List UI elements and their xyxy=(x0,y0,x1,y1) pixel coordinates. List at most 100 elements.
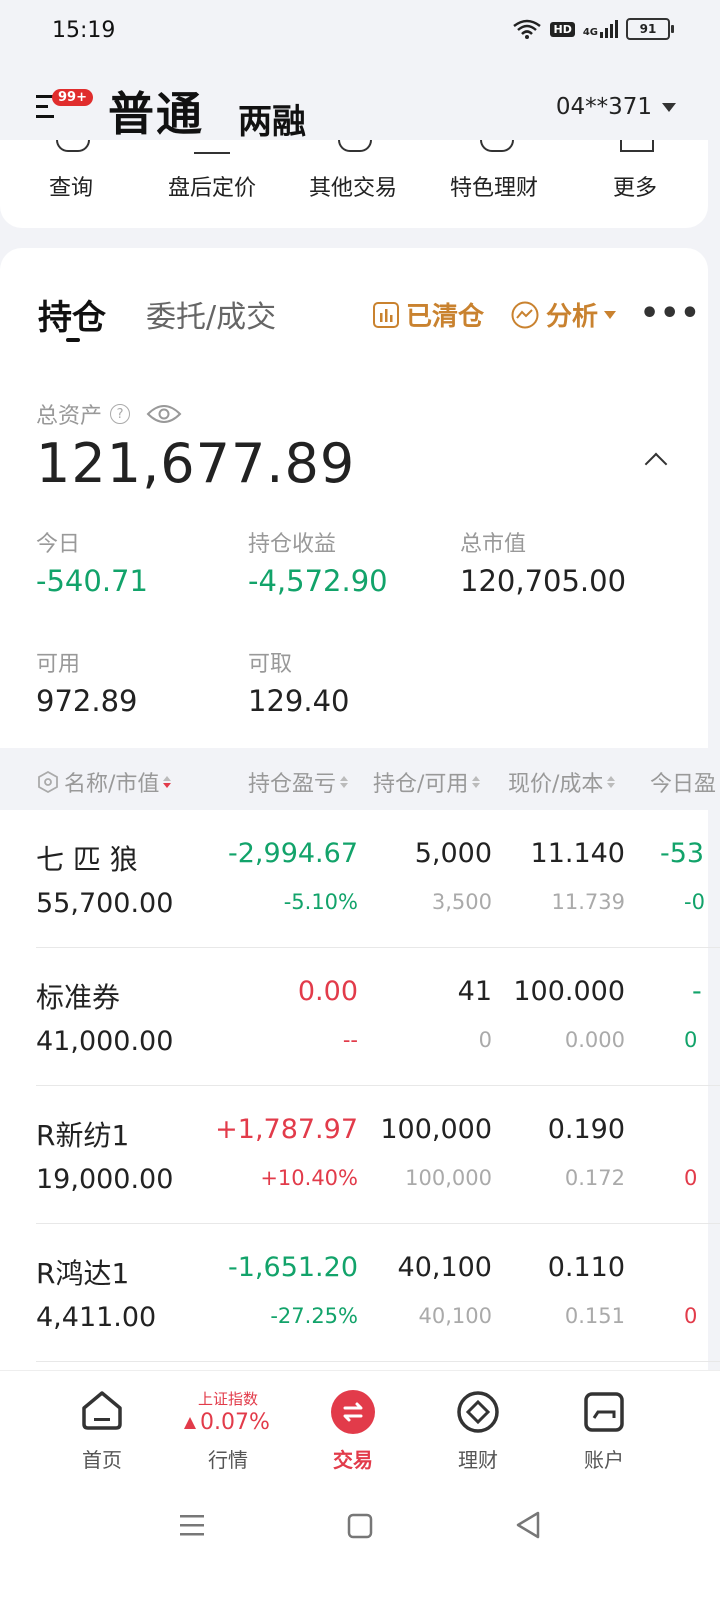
stock-pnl: -2,994.67 xyxy=(228,838,358,869)
col-qty-avail[interactable]: 持仓/可用 xyxy=(373,766,481,798)
market-index-change-value: 0.07% xyxy=(200,1410,270,1435)
available-label: 可用 xyxy=(36,652,81,677)
market-index-change: 0.07% xyxy=(184,1410,270,1435)
stock-avail: 3,500 xyxy=(431,890,492,914)
stock-today-pct: 0 xyxy=(684,1304,698,1328)
stock-qty: 100,000 xyxy=(380,1114,492,1145)
account-type-normal[interactable]: 普通 xyxy=(108,78,204,144)
analysis-caret-icon xyxy=(604,310,617,319)
account-selector[interactable]: 04**371 xyxy=(556,94,676,120)
stock-name: R新纺1 xyxy=(36,1119,130,1152)
stock-cost: 0.000 xyxy=(564,1028,625,1052)
tab-orders[interactable]: 委托/成交 xyxy=(146,292,276,336)
sort-icon xyxy=(472,776,481,788)
analysis-button[interactable]: 分析 xyxy=(510,296,617,333)
table-row[interactable]: R新纺1 19,000.00 +1,787.97 +10.40% 100,000… xyxy=(0,1086,720,1224)
shortcut-other-trade[interactable]: 其他交易 xyxy=(288,170,418,202)
stock-name: R鸿达1 xyxy=(36,1257,130,1290)
sort-icon xyxy=(163,776,172,788)
stock-pnl-pct: -27.25% xyxy=(270,1304,358,1328)
recent-apps-icon[interactable] xyxy=(178,1512,206,1538)
today-label: 今日 xyxy=(36,532,81,557)
stock-price: 0.190 xyxy=(547,1114,625,1145)
stock-pnl: +1,787.97 xyxy=(215,1114,358,1145)
stock-name: 七 匹 狼 xyxy=(36,843,138,876)
stock-today: - xyxy=(692,976,702,1007)
stock-cost: 0.151 xyxy=(564,1304,625,1328)
nav-market[interactable]: 行情 xyxy=(188,1444,268,1473)
col-name-mv[interactable]: 名称/市值 xyxy=(36,766,172,798)
cleared-button[interactable]: 已清仓 xyxy=(372,296,484,333)
stock-today-pct: 0 xyxy=(684,1166,698,1190)
stock-qty: 41 xyxy=(457,976,492,1007)
home-icon[interactable] xyxy=(80,1388,124,1432)
table-row[interactable]: 标准券 41,000.00 0.00 -- 41 0 100.000 0.000… xyxy=(0,948,720,1086)
account-icon[interactable] xyxy=(582,1390,626,1434)
network-type: 4G xyxy=(582,27,598,38)
holding-pnl-value: -4,572.90 xyxy=(248,564,388,598)
stock-market-value: 41,000.00 xyxy=(36,1026,174,1057)
tab-indicator xyxy=(66,338,80,342)
tab-positions[interactable]: 持仓 xyxy=(38,290,106,339)
stock-cost: 11.739 xyxy=(551,890,625,914)
col-price-cost-label: 现价/成本 xyxy=(508,772,604,797)
wealth-icon[interactable] xyxy=(456,1390,500,1434)
stock-avail: 40,100 xyxy=(418,1304,492,1328)
holding-pnl-label: 持仓收益 xyxy=(248,532,337,557)
nav-home[interactable]: 首页 xyxy=(62,1444,142,1473)
stock-market-value: 19,000.00 xyxy=(36,1164,174,1195)
col-pnl[interactable]: 持仓盈亏 xyxy=(248,766,349,798)
total-assets-value: 121,677.89 xyxy=(36,432,356,495)
stock-today-pct: -0 xyxy=(684,890,705,914)
stock-name: 标准券 xyxy=(36,981,121,1014)
table-row[interactable]: R鸿达1 4,411.00 -1,651.20 -27.25% 40,100 4… xyxy=(0,1224,720,1362)
shortcut-query[interactable]: 查询 xyxy=(6,170,136,202)
shortcut-wealth[interactable]: 特色理财 xyxy=(429,170,559,202)
more-options-icon[interactable]: ••• xyxy=(640,296,701,331)
notification-badge: 99+ xyxy=(52,89,93,106)
shortcut-more[interactable]: 更多 xyxy=(570,170,700,202)
stock-price: 11.140 xyxy=(530,838,625,869)
withdrawable-label: 可取 xyxy=(248,652,293,677)
wifi-icon xyxy=(513,19,542,39)
nav-wealth[interactable]: 理财 xyxy=(438,1444,518,1473)
market-index-name: 上证指数 xyxy=(197,1390,258,1408)
sort-icon xyxy=(340,776,349,788)
account-number: 04**371 xyxy=(555,94,652,120)
col-today[interactable]: 今日盈 xyxy=(650,766,716,798)
eye-icon[interactable] xyxy=(146,402,182,426)
nav-account[interactable]: 账户 xyxy=(564,1444,644,1473)
help-icon[interactable]: ? xyxy=(110,404,131,424)
sort-icon xyxy=(607,776,616,788)
stock-market-value: 4,411.00 xyxy=(36,1302,157,1333)
hexagon-settings-icon xyxy=(38,770,58,794)
status-icons: HD 4G 91 xyxy=(512,18,674,40)
col-today-label: 今日盈 xyxy=(650,772,717,797)
more-grid-icon xyxy=(620,140,654,152)
col-price-cost[interactable]: 现价/成本 xyxy=(508,766,616,798)
caret-down-icon xyxy=(662,102,676,112)
stock-qty: 40,100 xyxy=(397,1252,492,1283)
nav-trade[interactable]: 交易 xyxy=(313,1444,393,1473)
stock-pnl-pct: +10.40% xyxy=(260,1166,358,1190)
home-square-icon[interactable] xyxy=(346,1512,374,1540)
stock-price: 100.000 xyxy=(513,976,625,1007)
total-assets-label: 总资产 xyxy=(36,404,103,429)
stock-cost: 0.172 xyxy=(564,1166,625,1190)
trade-icon[interactable] xyxy=(331,1390,375,1434)
withdrawable-value: 129.40 xyxy=(248,684,350,718)
col-qty-avail-label: 持仓/可用 xyxy=(373,772,469,797)
table-row[interactable]: 七 匹 狼 55,700.00 -2,994.67 -5.10% 5,000 3… xyxy=(0,810,720,948)
back-icon[interactable] xyxy=(514,1510,542,1540)
status-time: 15:19 xyxy=(52,18,116,43)
signal-icon: 4G xyxy=(583,20,618,38)
analysis-label: 分析 xyxy=(546,302,599,332)
stock-pnl-pct: -- xyxy=(342,1028,358,1052)
bar-chart-icon xyxy=(373,301,399,328)
after-hours-icon xyxy=(194,142,230,154)
shortcut-after-hours[interactable]: 盘后定价 xyxy=(147,170,277,202)
trend-icon xyxy=(511,301,539,328)
stock-market-value: 55,700.00 xyxy=(36,888,174,919)
account-type-margin[interactable]: 两融 xyxy=(238,94,306,143)
stock-pnl-pct: -5.10% xyxy=(283,890,358,914)
